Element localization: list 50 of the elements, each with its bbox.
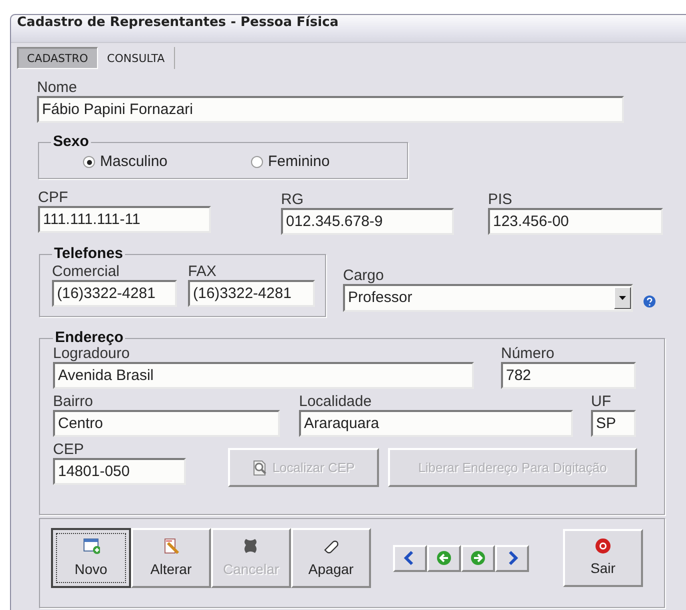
text-field[interactable]: SP (591, 410, 636, 437)
group-title: Endereço (54, 331, 124, 345)
text-field[interactable]: 012.345.678-9 (281, 208, 454, 235)
nav-button[interactable] (461, 544, 495, 572)
text-field[interactable]: 782 (501, 362, 636, 389)
field-label: PIS (488, 191, 514, 208)
nav-button[interactable] (427, 544, 461, 572)
exit-button[interactable]: Sair (563, 529, 643, 587)
edit-document-icon (162, 536, 180, 554)
text-field[interactable]: Centro (53, 410, 280, 437)
group-title: Sexo (52, 135, 90, 149)
field-label: FAX (188, 263, 218, 280)
field-label: CEP (53, 441, 85, 458)
text-field[interactable]: (16)3322-4281 (52, 280, 177, 307)
stop-icon (595, 538, 611, 554)
group-title: Telefones (53, 247, 124, 261)
field-label: UF (591, 393, 612, 410)
field-label: CPF (38, 189, 69, 206)
dropdown[interactable]: Professor (343, 284, 633, 312)
field-label: Bairro (53, 393, 94, 410)
field-label: Localidade (299, 393, 373, 410)
dropdown-button[interactable] (614, 287, 631, 309)
caret-icon (619, 296, 626, 300)
window-title: Cadastro de Representantes - Pessoa Física (11, 15, 686, 43)
text-field[interactable]: 123.456-00 (488, 208, 663, 235)
dropdown-value: Professor (348, 288, 412, 308)
field-label: Cargo (343, 267, 385, 284)
tab[interactable]: CADASTRO (17, 47, 98, 69)
text-field[interactable]: 14801-050 (53, 458, 186, 485)
magnifier-icon (252, 460, 268, 476)
text-field[interactable]: Avenida Brasil (53, 362, 474, 389)
tab[interactable]: CONSULTA (98, 47, 175, 69)
field-label: Logradouro (53, 345, 131, 362)
text-field[interactable]: Araraquara (299, 410, 573, 437)
text-field[interactable]: 111.111.111-11 (38, 206, 211, 233)
toolbar-button[interactable]: Novo (51, 528, 131, 588)
radio-option[interactable]: Masculino (83, 151, 251, 174)
nav-button[interactable] (393, 544, 427, 572)
toolbar-button[interactable]: Apagar (291, 528, 371, 588)
nav-button[interactable] (495, 544, 529, 572)
field-label: Nome (37, 79, 78, 96)
toolbar-button[interactable]: Alterar (131, 528, 211, 588)
help-icon (643, 294, 656, 308)
text-field[interactable]: Fábio Papini Fornazari (37, 96, 624, 123)
field-label: Número (501, 345, 556, 362)
field-label: RG (281, 191, 304, 208)
new-window-icon (82, 536, 100, 554)
field-label: Comercial (52, 263, 121, 280)
text-field[interactable]: (16)3322-4281 (188, 280, 315, 307)
radio-option[interactable]: Feminino (251, 151, 330, 174)
